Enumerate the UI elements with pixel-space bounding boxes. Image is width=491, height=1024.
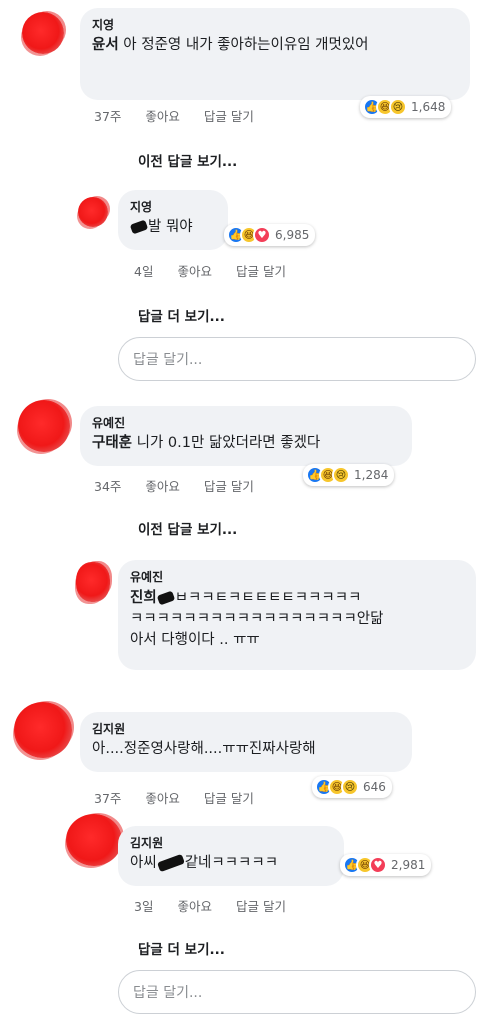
redaction-mark — [129, 219, 149, 235]
reply-text: 아씨 같네ㅋㅋㅋㅋㅋ — [130, 853, 332, 873]
like-button[interactable]: 좋아요 — [177, 261, 212, 280]
reply-button[interactable]: 답글 달기 — [236, 261, 286, 280]
reaction-summary[interactable]: 👍 😆 ♥ 2,981 — [340, 854, 432, 876]
comment-body: 아 정준영 내가 좋아하는이유임 개멋있어 — [123, 37, 369, 53]
reaction-count: 1,284 — [354, 468, 389, 482]
timestamp[interactable]: 34주 — [94, 476, 121, 495]
comment-author[interactable]: 유예진 — [92, 414, 400, 431]
comment-bubble: 지영 윤서 아 정준영 내가 좋아하는이유임 개멋있어 — [80, 8, 470, 100]
like-button[interactable]: 좋아요 — [145, 106, 180, 125]
comment-text: 아....정준영사랑해....ㅠㅠ진짜사랑해 — [92, 740, 400, 759]
comment-author[interactable]: 지영 — [92, 16, 458, 33]
comment-body: 니가 0.1만 닮았더라면 좋겠다 — [136, 435, 321, 451]
reply-meta: 3일 좋아요 답글 달기 — [134, 896, 286, 915]
view-previous-replies[interactable]: 이전 답글 보기... — [138, 518, 237, 538]
like-button[interactable]: 좋아요 — [177, 896, 212, 915]
reply-bubble: 지영 발 뭐야 — [118, 190, 228, 250]
reply-bubble: 유예진 진희 ㅂㅋㅋㅌㅋㅌㅌㅌㅌㅋㅋㅋㅋㅋ ㅋㅋㅋㅋㅋㅋㅋㅋㅋㅋㅋㅋㅋㅋㅋㅋㅋ안닮… — [118, 560, 476, 670]
avatar[interactable] — [14, 702, 72, 758]
sad-icon: 😢 — [341, 778, 359, 796]
view-more-replies[interactable]: 답글 더 보기... — [138, 305, 225, 325]
comment-bubble: 김지원 아....정준영사랑해....ㅠㅠ진짜사랑해 — [80, 712, 412, 772]
reply-button[interactable]: 답글 달기 — [204, 106, 254, 125]
reply-bubble: 김지원 아씨 같네ㅋㅋㅋㅋㅋ — [118, 826, 344, 886]
like-button[interactable]: 좋아요 — [145, 788, 180, 807]
comment-body: 아....정준영사랑해....ㅠㅠ진짜사랑해 — [92, 741, 316, 757]
comment-text: 구태훈 니가 0.1만 닮았더라면 좋겠다 — [92, 434, 400, 453]
reply-line: 아서 다행이다 .. ㅠㅠ — [130, 632, 260, 648]
reaction-count: 1,648 — [411, 100, 446, 114]
avatar[interactable] — [22, 12, 64, 54]
view-previous-replies[interactable]: 이전 답글 보기... — [138, 150, 237, 170]
timestamp[interactable]: 37주 — [94, 788, 121, 807]
love-icon: ♥ — [369, 856, 387, 874]
avatar[interactable] — [78, 197, 108, 227]
comment-author[interactable]: 김지원 — [92, 720, 400, 737]
reply-author[interactable]: 지영 — [130, 198, 216, 215]
reply-text: 진희 ㅂㅋㅋㅌㅋㅌㅌㅌㅌㅋㅋㅋㅋㅋ ㅋㅋㅋㅋㅋㅋㅋㅋㅋㅋㅋㅋㅋㅋㅋㅋㅋ안닮 아서 … — [130, 588, 464, 651]
reply-author[interactable]: 유예진 — [130, 568, 464, 585]
timestamp[interactable]: 4일 — [134, 261, 153, 280]
reply-body: 아씨 — [130, 855, 157, 871]
view-more-replies[interactable]: 답글 더 보기... — [138, 938, 225, 958]
reaction-summary[interactable]: 👍 😆 ♥ 6,985 — [224, 224, 316, 246]
mention-tag[interactable]: 윤서 — [92, 37, 119, 53]
reply-body: 발 뭐야 — [148, 219, 193, 235]
reply-line: ㅋㅋㅋㅋㅋㅋㅋㅋㅋㅋㅋㅋㅋㅋㅋㅋㅋ안닮 — [130, 611, 384, 627]
reaction-summary[interactable]: 👍 😆 😢 1,648 — [360, 96, 452, 118]
reply-line: ㅂㅋㅋㅌㅋㅌㅌㅌㅌㅋㅋㅋㅋㅋ — [174, 590, 362, 606]
reaction-summary[interactable]: 👍 😆 😢 1,284 — [303, 464, 395, 486]
reply-button[interactable]: 답글 달기 — [236, 896, 286, 915]
redaction-mark — [156, 590, 175, 606]
love-icon: ♥ — [253, 226, 271, 244]
comment-bubble: 유예진 구태훈 니가 0.1만 닮았더라면 좋겠다 — [80, 406, 412, 466]
timestamp[interactable]: 37주 — [94, 106, 121, 125]
avatar[interactable] — [76, 562, 110, 602]
reply-input-placeholder: 답글 달기... — [133, 352, 203, 368]
reply-author[interactable]: 김지원 — [130, 834, 332, 851]
mention-tag[interactable]: 구태훈 — [92, 435, 132, 451]
reply-input-placeholder: 답글 달기... — [133, 985, 203, 1001]
reply-text: 발 뭐야 — [129, 218, 216, 237]
reply-input[interactable]: 답글 달기... — [118, 970, 476, 1014]
reaction-count: 646 — [363, 780, 386, 794]
comment-text: 윤서 아 정준영 내가 좋아하는이유임 개멋있어 — [92, 36, 458, 55]
sad-icon: 😢 — [332, 466, 350, 484]
reply-button[interactable]: 답글 달기 — [204, 476, 254, 495]
like-button[interactable]: 좋아요 — [145, 476, 180, 495]
reply-input[interactable]: 답글 달기... — [118, 337, 476, 381]
mention-tag[interactable]: 진희 — [130, 590, 157, 606]
reaction-summary[interactable]: 👍 😆 😢 646 — [312, 776, 392, 798]
comment-meta: 37주 좋아요 답글 달기 — [94, 788, 254, 807]
reply-meta: 4일 좋아요 답글 달기 — [134, 261, 286, 280]
comment-meta: 34주 좋아요 답글 달기 — [94, 476, 254, 495]
avatar[interactable] — [66, 814, 122, 866]
reply-body: 같네ㅋㅋㅋㅋㅋ — [184, 855, 279, 871]
comment-meta: 37주 좋아요 답글 달기 — [94, 106, 254, 125]
timestamp[interactable]: 3일 — [134, 896, 153, 915]
reaction-count: 6,985 — [275, 228, 310, 242]
sad-icon: 😢 — [389, 98, 407, 116]
reaction-count: 2,981 — [391, 858, 426, 872]
reply-button[interactable]: 답글 달기 — [204, 788, 254, 807]
redaction-mark — [156, 853, 185, 873]
avatar[interactable] — [18, 400, 70, 452]
